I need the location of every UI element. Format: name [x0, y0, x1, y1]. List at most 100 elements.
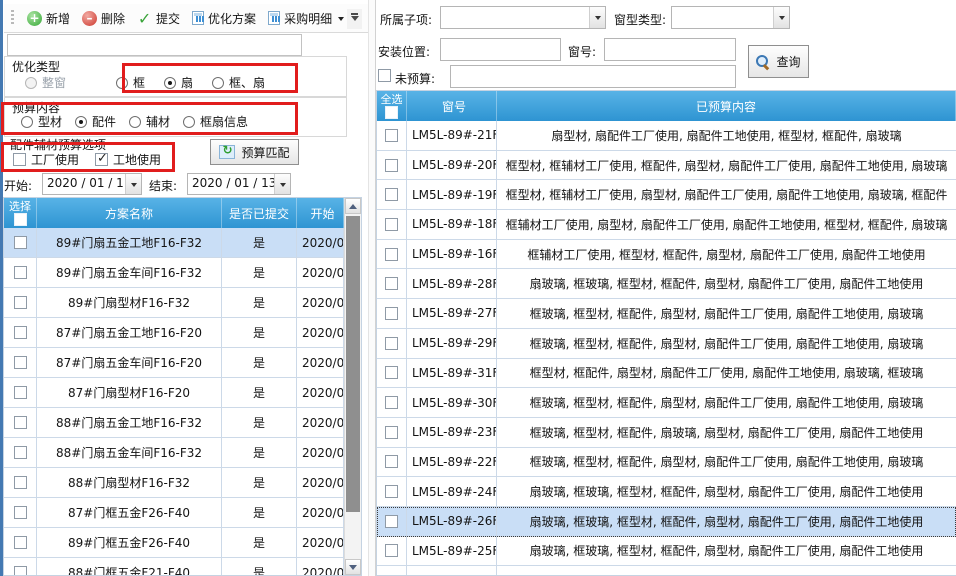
plan-row[interactable]: 88#门扇型材F16-F32是2020/0 — [4, 468, 344, 498]
window-row[interactable]: LM5L-89#-27F25框玻璃, 框型材, 框配件, 扇型材, 扇配件工厂使… — [377, 299, 956, 329]
plan-row[interactable]: 89#门框五金F26-F40是2020/0 — [4, 528, 344, 558]
radio-option[interactable]: 扇 — [164, 74, 193, 91]
row-checkbox[interactable] — [14, 386, 27, 399]
window-type-dropdown-icon[interactable] — [773, 7, 789, 28]
end-date-picker[interactable]: 2020 / 01 / 13 — [187, 173, 291, 195]
end-date-dropdown-icon[interactable] — [274, 174, 290, 194]
row-checkbox[interactable] — [14, 416, 27, 429]
radio-icon[interactable] — [129, 116, 141, 128]
toolbar-button[interactable]: 提交 — [131, 7, 186, 30]
window-row[interactable]: LM5L-89#-18F16框辅材工厂使用, 扇型材, 扇配件工厂使用, 扇配件… — [377, 210, 956, 240]
plan-row[interactable]: 88#门扇五金车间F16-F32是2020/0 — [4, 438, 344, 468]
plan-row[interactable]: 88#门框五金F21-F40是2020/0 — [4, 558, 344, 575]
plan-row[interactable]: 89#门扇五金车间F16-F32是2020/0 — [4, 258, 344, 288]
window-row[interactable]: LM5L-89#-31F29框型材, 框配件, 扇型材, 扇配件工厂使用, 扇配… — [377, 359, 956, 389]
budget-match-button[interactable]: 预算匹配 — [210, 139, 299, 165]
window-row[interactable]: LM5L-89#-26F24扇玻璃, 框玻璃, 框型材, 框配件, 扇型材, 扇… — [377, 507, 956, 537]
row-checkbox[interactable] — [385, 396, 398, 409]
plan-row[interactable]: 87#门框五金F26-F40是2020/0 — [4, 498, 344, 528]
select-all-checkbox[interactable] — [14, 213, 27, 226]
row-checkbox[interactable] — [14, 356, 27, 369]
plan-filter-input[interactable] — [7, 34, 302, 56]
row-checkbox[interactable] — [14, 236, 27, 249]
not-budgeted-checkbox[interactable] — [378, 69, 391, 82]
radio-icon[interactable] — [212, 77, 224, 89]
window-row[interactable]: LM5L-89#-16F15框辅材工厂使用, 框型材, 框配件, 扇型材, 扇配… — [377, 240, 956, 270]
radio-icon[interactable] — [75, 116, 87, 128]
row-checkbox[interactable] — [385, 218, 398, 231]
select-all-checkbox[interactable] — [385, 106, 398, 119]
start-date-dropdown-icon[interactable] — [125, 174, 141, 194]
window-row[interactable]: LM5L-89#-23F21框玻璃, 框型材, 框配件, 扇玻璃, 扇型材, 扇… — [377, 418, 956, 448]
radio-option[interactable]: 辅材 — [129, 113, 170, 130]
window-type-select[interactable] — [671, 6, 790, 29]
plan-row[interactable]: 87#门扇五金工地F16-F20是2020/0 — [4, 318, 344, 348]
toolbar-button[interactable]: 优化方案 — [186, 7, 262, 30]
row-checkbox[interactable] — [385, 515, 398, 528]
radio-option[interactable]: 型材 — [21, 113, 62, 130]
window-row[interactable]: LM5L-89#-25F23扇玻璃, 框玻璃, 框型材, 框配件, 扇型材, 扇… — [377, 537, 956, 567]
row-checkbox[interactable] — [385, 277, 398, 290]
row-checkbox[interactable] — [385, 485, 398, 498]
radio-option[interactable]: 配件 — [75, 113, 116, 130]
radio-icon[interactable] — [116, 77, 128, 89]
row-checkbox[interactable] — [14, 476, 27, 489]
plan-row[interactable]: 89#门扇五金工地F16-F32是2020/0 — [4, 228, 344, 258]
toolbar-overflow-button[interactable] — [347, 9, 362, 29]
row-checkbox[interactable] — [385, 426, 398, 439]
radio-icon[interactable] — [25, 77, 37, 89]
window-row[interactable]: LM5L-89#-30F28框玻璃, 框型材, 框配件, 扇型材, 扇配件工厂使… — [377, 388, 956, 418]
start-column-header[interactable]: 开始 — [297, 198, 344, 228]
checkbox-icon[interactable] — [95, 153, 108, 166]
checkbox-option[interactable]: 工地使用 — [95, 151, 161, 168]
row-checkbox[interactable] — [385, 129, 398, 142]
plan-row[interactable]: 88#门扇五金工地F16-F32是2020/0 — [4, 408, 344, 438]
window-no-column-header[interactable]: 窗号 — [407, 91, 497, 121]
not-budgeted-input[interactable] — [450, 65, 736, 88]
sub-item-select[interactable] — [440, 6, 606, 29]
radio-icon[interactable] — [21, 116, 33, 128]
row-checkbox[interactable] — [385, 159, 398, 172]
row-checkbox[interactable] — [14, 566, 27, 575]
window-row[interactable]: LM5L-89#-19F17框型材, 框辅材工厂使用, 扇型材, 扇配件工厂使用… — [377, 180, 956, 210]
window-row[interactable]: LM5L-89#-21F19扇型材, 扇配件工厂使用, 扇配件工地使用, 框型材… — [377, 121, 956, 151]
query-button[interactable]: 查询 — [748, 45, 809, 78]
toolbar-button[interactable]: 删除 — [76, 7, 131, 30]
radio-option[interactable]: 框扇信息 — [183, 113, 248, 130]
sub-item-dropdown-icon[interactable] — [589, 7, 605, 28]
row-checkbox[interactable] — [14, 296, 27, 309]
row-checkbox[interactable] — [14, 536, 27, 549]
radio-icon[interactable] — [183, 116, 195, 128]
row-checkbox[interactable] — [385, 307, 398, 320]
toolbar-button[interactable]: 采购明细 — [262, 7, 351, 30]
row-checkbox[interactable] — [385, 188, 398, 201]
row-checkbox[interactable] — [385, 337, 398, 350]
row-checkbox[interactable] — [14, 326, 27, 339]
row-checkbox[interactable] — [14, 446, 27, 459]
budgeted-content-column-header[interactable]: 已预算内容 — [497, 91, 956, 121]
submitted-column-header[interactable]: 是否已提交 — [222, 198, 297, 228]
plan-row[interactable]: 89#门扇型材F16-F32是2020/0 — [4, 288, 344, 318]
plan-name-column-header[interactable]: 方案名称 — [37, 198, 222, 228]
checkbox-option[interactable]: 工厂使用 — [13, 151, 79, 168]
plan-table-scrollbar[interactable] — [344, 198, 361, 575]
row-checkbox[interactable] — [385, 366, 398, 379]
scroll-down-icon[interactable] — [345, 559, 361, 575]
row-checkbox[interactable] — [14, 266, 27, 279]
radio-option[interactable]: 框、扇 — [212, 74, 265, 91]
window-row[interactable]: LM5L-89#-22F20框玻璃, 框型材, 框配件, 扇型材, 扇配件工厂使… — [377, 448, 956, 478]
window-row[interactable]: LM5L-89#-24F22扇玻璃, 框玻璃, 框型材, 框配件, 扇型材, 扇… — [377, 477, 956, 507]
row-checkbox[interactable] — [385, 544, 398, 557]
toolbar-grip-icon[interactable] — [11, 10, 14, 26]
radio-icon[interactable] — [164, 77, 176, 89]
checkbox-icon[interactable] — [13, 153, 26, 166]
window-row[interactable]: LM5L-89#-28F26扇玻璃, 框玻璃, 框型材, 框配件, 扇型材, 扇… — [377, 269, 956, 299]
scroll-up-icon[interactable] — [345, 198, 361, 214]
row-checkbox[interactable] — [385, 455, 398, 468]
start-date-picker[interactable]: 2020 / 01 / 1 — [42, 173, 142, 195]
radio-option[interactable]: 框 — [116, 74, 145, 91]
plan-row[interactable]: 87#门扇五金车间F16-F20是2020/0 — [4, 348, 344, 378]
scrollbar-thumb[interactable] — [346, 216, 360, 512]
window-row[interactable]: LM5L-89#-29F27框玻璃, 框型材, 框配件, 扇型材, 扇配件工厂使… — [377, 329, 956, 359]
toolbar-button[interactable]: 新增 — [21, 7, 76, 30]
